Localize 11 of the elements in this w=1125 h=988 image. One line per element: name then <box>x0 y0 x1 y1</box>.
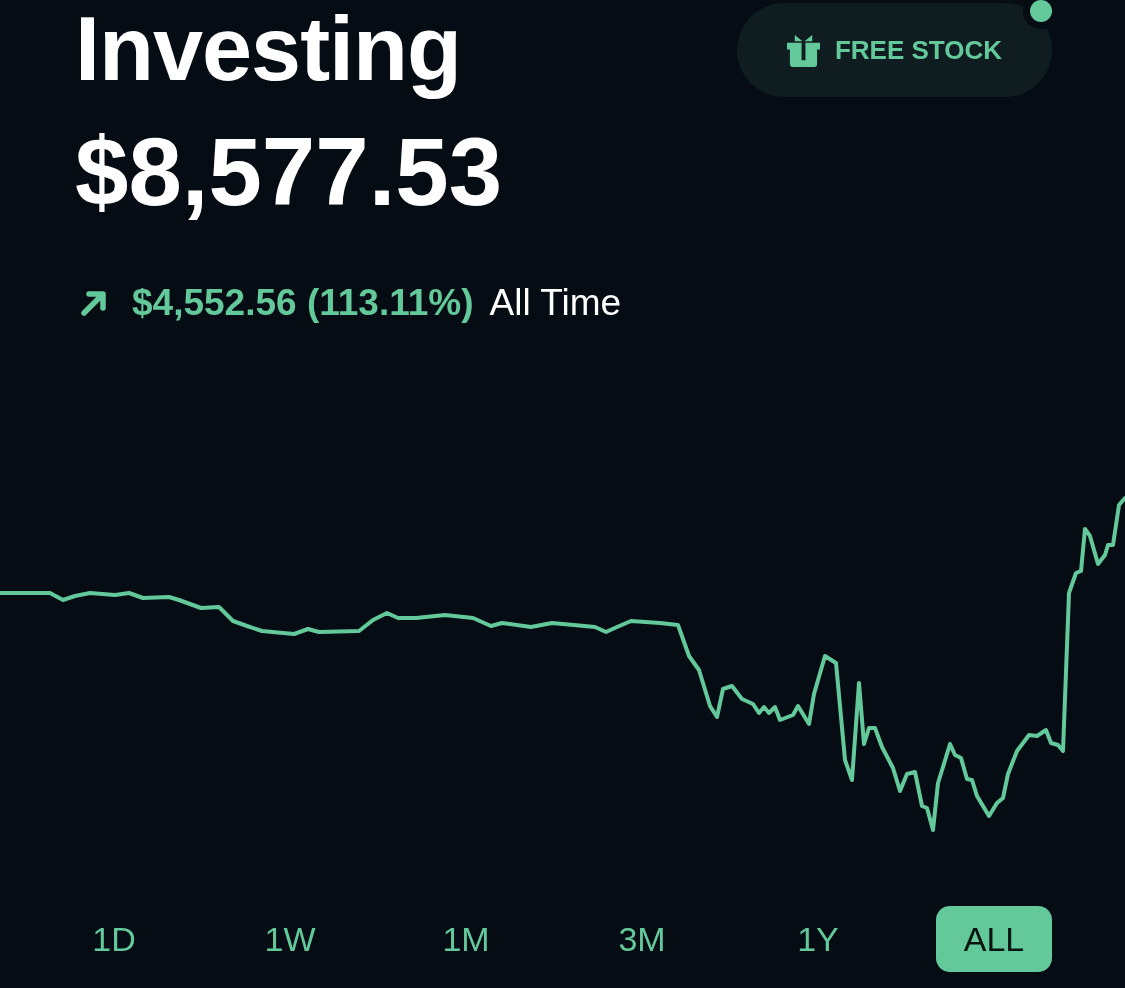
range-tab[interactable]: 1M <box>414 906 518 972</box>
gift-icon <box>786 33 820 67</box>
page-title: Investing <box>75 0 463 101</box>
range-tab[interactable]: 3M <box>590 906 694 972</box>
range-tab[interactable]: 1D <box>64 906 164 972</box>
range-tab[interactable]: 1Y <box>769 906 867 972</box>
range-tab[interactable]: ALL <box>935 906 1053 972</box>
portfolio-value: $8,577.53 <box>75 122 503 222</box>
period-label: All Time <box>489 282 622 324</box>
gain-amount: $4,552.56 (113.11%) <box>132 282 474 324</box>
range-tab[interactable]: 1W <box>236 906 344 972</box>
